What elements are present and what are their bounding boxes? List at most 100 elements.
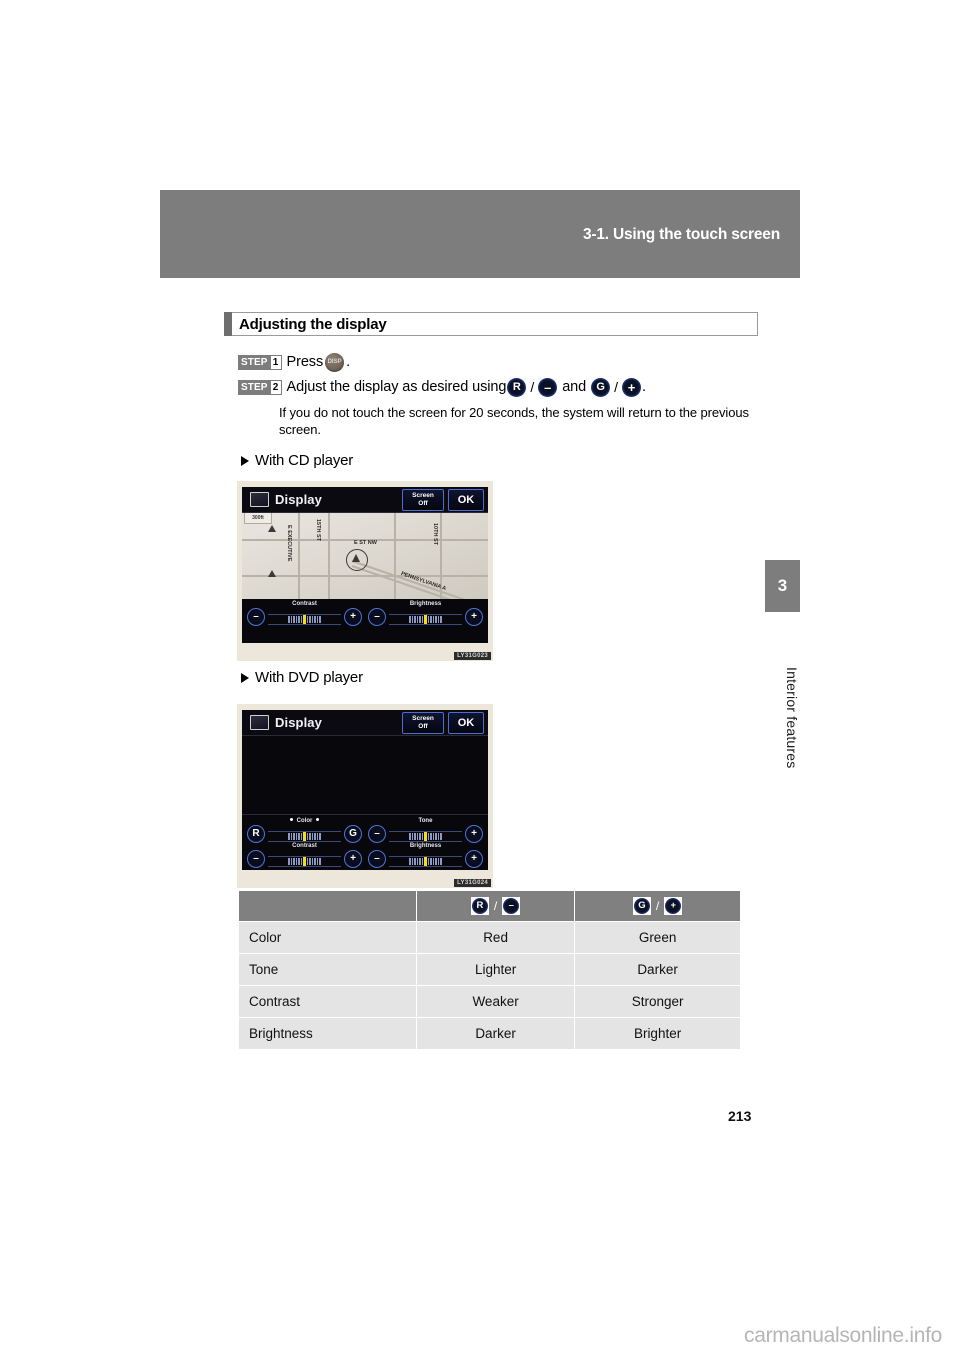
slider-tick <box>432 858 435 865</box>
slider-tick <box>319 616 321 623</box>
dvd-player-caption: With DVD player <box>255 669 363 686</box>
contrast-ticks <box>268 856 341 867</box>
step-word-1: STEP <box>238 354 271 370</box>
map-label-1: 15TH ST <box>315 519 321 542</box>
cd-map-area[interactable]: 300ft E EXECUTIVE 15TH ST E ST NW 10TH S… <box>242 513 488 599</box>
slider-thumb <box>424 832 427 841</box>
slider-tick <box>427 616 430 623</box>
step-row-1: STEP 1 Press DISP . <box>238 351 768 373</box>
slider-tick <box>298 858 300 865</box>
cd-screen: Display Screen Off OK 300ft E EXECUTIVE … <box>242 487 488 643</box>
brightness-minus-button[interactable]: – <box>368 608 386 626</box>
slider-tick <box>293 833 295 840</box>
triangle-bullet-icon <box>241 672 249 683</box>
slider-tick <box>311 858 314 865</box>
brightness-slider[interactable]: – Brightness + <box>368 601 483 626</box>
cd-player-subsection-title: With CD player <box>241 452 353 469</box>
tone-slider[interactable]: – Tone + <box>368 818 483 843</box>
step-text-1-before: Press <box>286 354 324 370</box>
contrast-plus-button[interactable]: + <box>344 850 362 868</box>
tone-track[interactable]: Tone <box>389 818 462 842</box>
section-title: Adjusting the display <box>239 315 387 333</box>
slider-tick <box>437 858 440 865</box>
tone-minus-button[interactable]: – <box>368 825 386 843</box>
g-button-icon: G <box>633 898 650 914</box>
section-header: Adjusting the display <box>224 312 758 336</box>
table-cell-label: Color <box>238 921 417 954</box>
r-button-icon: R <box>507 377 527 397</box>
table-header-blank <box>238 890 417 922</box>
slider-tick <box>427 858 430 865</box>
dvd-slider-row-1: R Color G – Tone + <box>247 818 483 843</box>
slash-separator: / <box>655 899 660 913</box>
color-r-button[interactable]: R <box>247 825 265 843</box>
brightness-track[interactable]: Brightness <box>389 601 462 625</box>
tone-ticks <box>389 831 462 842</box>
map-road-v1 <box>298 513 300 599</box>
cd-screen-topbar: Display Screen Off OK <box>242 487 488 513</box>
brightness-plus-button[interactable]: + <box>465 608 483 626</box>
slider-tick <box>435 616 437 623</box>
color-track[interactable]: Color <box>268 818 341 842</box>
table-cell-minus: Lighter <box>415 953 576 986</box>
contrast-track[interactable]: Contrast <box>268 601 341 625</box>
dvd-video-area[interactable] <box>242 736 488 815</box>
brightness-plus-button[interactable]: + <box>465 850 483 868</box>
contrast-slider[interactable]: – Contrast + <box>247 601 362 626</box>
r-button-icon: R <box>471 898 488 914</box>
screen-off-label-line2: Off <box>418 722 428 730</box>
adjustment-effects-table: R / – G / + Color Red Green Tone Lighter <box>238 890 741 1050</box>
contrast-track[interactable]: Contrast <box>268 843 341 867</box>
contrast-ticks <box>268 614 341 625</box>
color-dot-left <box>289 818 293 822</box>
brightness-ticks <box>389 614 462 625</box>
slider-thumb <box>424 857 427 866</box>
table-cell-minus: Red <box>415 921 576 954</box>
dvd-screen-title: Display <box>275 715 322 730</box>
slider-tick <box>419 858 421 865</box>
slash-separator: / <box>493 899 498 913</box>
color-caption: Color <box>268 818 341 824</box>
contrast-slider[interactable]: – Contrast + <box>247 843 362 868</box>
screen-off-button[interactable]: Screen Off <box>402 711 444 734</box>
slider-tick <box>290 616 293 623</box>
ok-button[interactable]: OK <box>448 488 484 511</box>
table-cell-minus: Weaker <box>415 985 576 1018</box>
slider-tick <box>437 833 440 840</box>
ok-button[interactable]: OK <box>448 711 484 734</box>
monitor-icon <box>250 492 269 507</box>
slider-tick <box>311 833 314 840</box>
slider-tick <box>293 616 295 623</box>
minus-button-icon: – <box>538 377 558 397</box>
screen-off-label-line1: Screen <box>412 715 434 722</box>
slider-tick <box>409 858 411 865</box>
dvd-screen: Display Screen Off OK R Color G – Tone +… <box>242 710 488 870</box>
slider-tick <box>298 833 300 840</box>
slider-tick <box>309 833 311 840</box>
color-slider[interactable]: R Color G <box>247 818 362 843</box>
slider-tick <box>411 858 414 865</box>
map-label-2: E ST NW <box>354 540 377 546</box>
slider-tick <box>437 616 440 623</box>
cd-player-caption: With CD player <box>255 452 354 469</box>
color-g-button[interactable]: G <box>344 825 362 843</box>
contrast-minus-button[interactable]: – <box>247 608 265 626</box>
map-zoom-label: 300ft <box>244 513 272 524</box>
screen-off-button[interactable]: Screen Off <box>402 488 444 511</box>
monitor-icon <box>250 715 269 730</box>
contrast-plus-button[interactable]: + <box>344 608 362 626</box>
contrast-minus-button[interactable]: – <box>247 850 265 868</box>
tone-plus-button[interactable]: + <box>465 825 483 843</box>
slider-tick <box>421 858 424 865</box>
brightness-minus-button[interactable]: – <box>368 850 386 868</box>
r-icon-wrap: R <box>470 897 489 915</box>
dvd-figure-code: LY31G024 <box>454 879 491 887</box>
table-header-decrease: R / – <box>415 890 576 922</box>
brightness-slider[interactable]: – Brightness + <box>368 843 483 868</box>
brightness-track[interactable]: Brightness <box>389 843 462 867</box>
contrast-caption: Contrast <box>292 601 317 607</box>
page-header-band: 3-1. Using the touch screen <box>160 190 800 278</box>
step-text-2-after: . <box>642 379 646 395</box>
screen-off-label-line1: Screen <box>412 492 434 499</box>
step-badge-2: STEP 2 <box>238 379 282 395</box>
